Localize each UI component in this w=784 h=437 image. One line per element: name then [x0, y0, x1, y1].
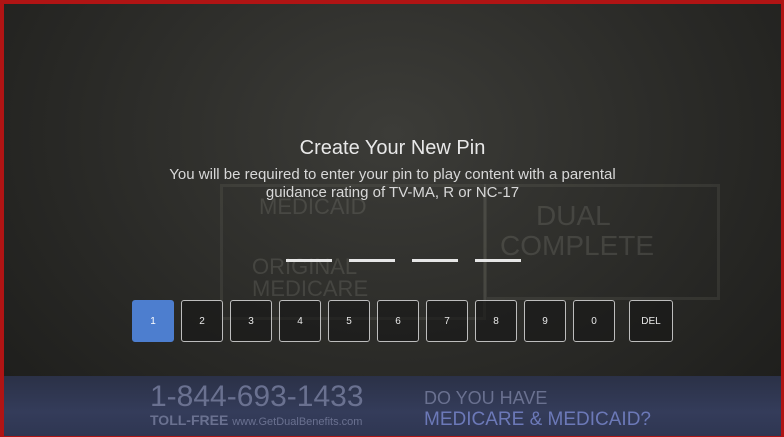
pin-description-line2: guidance rating of TV-MA, R or NC-17: [265, 184, 520, 201]
key-9[interactable]: 9: [524, 300, 566, 342]
background-text-dual: DUAL: [536, 200, 611, 231]
background-phone-number: 1-844-693-1433: [150, 380, 364, 413]
key-3[interactable]: 3: [230, 300, 272, 342]
background-website: www.GetDualBenefits.com: [232, 416, 363, 428]
background-toll-free-label: TOLL-FREE: [150, 412, 229, 428]
key-0[interactable]: 0: [573, 300, 615, 342]
background-text-medicare: MEDICARE: [252, 276, 369, 301]
background-toll-free: TOLL-FREE www.GetDualBenefits.com: [150, 412, 362, 428]
background-text-complete: COMPLETE: [500, 230, 655, 261]
tv-screen: MEDICAID ORIGINAL MEDICARE DUAL COMPLETE…: [4, 4, 781, 436]
key-4[interactable]: 4: [279, 300, 321, 342]
background-question-line2: MEDICARE & MEDICAID?: [424, 409, 651, 430]
key-1[interactable]: 1: [132, 300, 174, 342]
key-2[interactable]: 2: [181, 300, 223, 342]
pin-digit-slot-2: [349, 259, 395, 262]
page-title: Create Your New Pin: [299, 137, 486, 159]
pin-digit-slot-4: [475, 259, 521, 262]
key-7[interactable]: 7: [426, 300, 468, 342]
pin-digit-slot-1: [286, 259, 332, 262]
delete-key[interactable]: DEL: [629, 300, 673, 342]
background-question-line1: DO YOU HAVE: [424, 388, 548, 408]
background-ad-banner: [4, 376, 781, 436]
key-6[interactable]: 6: [377, 300, 419, 342]
key-5[interactable]: 5: [328, 300, 370, 342]
pin-digit-slot-3: [412, 259, 458, 262]
pin-description-line1: You will be required to enter your pin t…: [169, 166, 616, 183]
key-8[interactable]: 8: [475, 300, 517, 342]
pin-description: You will be required to enter your pin t…: [4, 166, 781, 202]
